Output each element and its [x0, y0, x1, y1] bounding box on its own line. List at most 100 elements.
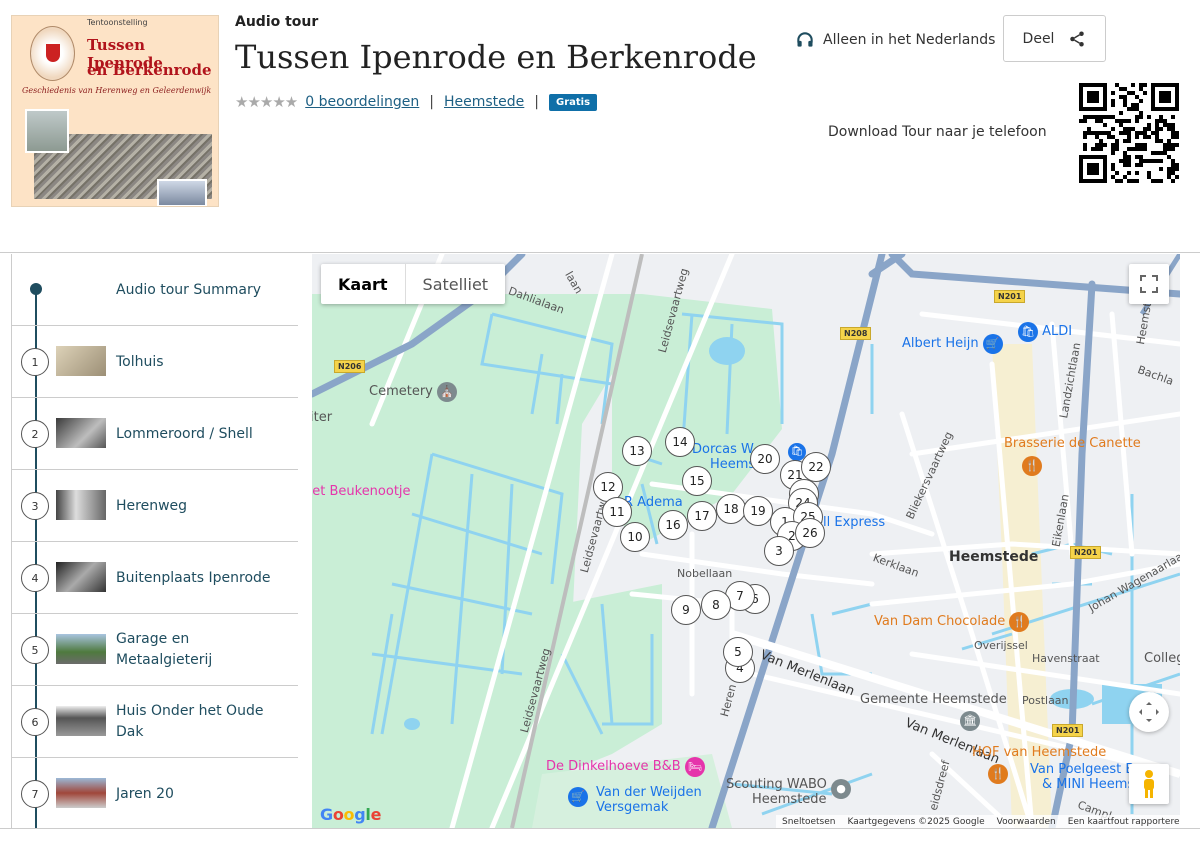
sidebar-item-label: Audio tour Summary — [116, 281, 262, 298]
tour-marker-18[interactable]: 18 — [716, 494, 746, 524]
terms-link[interactable]: Voorwaarden — [997, 817, 1056, 827]
poi-beukenootje[interactable]: het Beukenootje — [312, 484, 411, 499]
poi-label: Brasserie de Canette — [1004, 436, 1141, 451]
road-label: Overijssel — [974, 639, 1028, 652]
qr-code[interactable] — [1079, 83, 1179, 183]
tour-marker-13[interactable]: 13 — [622, 436, 652, 466]
shopping-cart-icon: 🛒 — [982, 334, 1003, 354]
poi-cemetery[interactable]: Cemetery ⛪ — [369, 382, 458, 402]
poi-label: Colleg — [1144, 651, 1180, 666]
google-logo[interactable]: Google — [320, 805, 381, 824]
tour-marker-3[interactable]: 3 — [764, 536, 794, 566]
sidebar-item-stop-6[interactable]: 6 Huis Onder het Oude Dak — [12, 686, 298, 758]
language-info: Alleen in het Nederlands — [795, 30, 995, 50]
cover-photo-house — [25, 109, 69, 153]
poi-albert-heijn[interactable]: Albert Heijn 🛒 — [902, 334, 1003, 354]
poi-r-adema[interactable]: R Adema — [624, 495, 683, 510]
map-footer: Sneltoetsen Kaartgegevens ©2025 Google V… — [776, 815, 1180, 828]
cover-eyebrow: Tentoonstelling — [87, 18, 148, 27]
road-label: Postlaan — [1022, 694, 1069, 707]
poi-place-icon[interactable]: ● — [831, 779, 851, 799]
poi-van-der-weijden[interactable]: Van der Weijden Versgemak — [596, 785, 702, 815]
poi-scouting[interactable]: Scouting WABO Heemstede — [726, 777, 827, 807]
tour-marker-10[interactable]: 10 — [620, 522, 650, 552]
map-type-satellite[interactable]: Satelliet — [406, 264, 506, 304]
map-type-kaart[interactable]: Kaart — [321, 264, 406, 304]
poi-van-dam[interactable]: Van Dam Chocolade 🍴 — [874, 612, 1030, 632]
tour-marker-17[interactable]: 17 — [687, 501, 717, 531]
divider — [0, 828, 1200, 829]
tour-marker-19[interactable]: 19 — [743, 496, 773, 526]
poi-label: Gemeente Heemstede — [860, 692, 1007, 707]
sidebar-item-stop-5[interactable]: 5 Garage en Metaalgieterij — [12, 614, 298, 686]
sidebar-item-stop-3[interactable]: 3 Herenweg — [12, 470, 298, 542]
road-badge-n206: N206 — [334, 360, 366, 373]
tour-marker-15[interactable]: 15 — [682, 466, 712, 496]
poi-van-poelgeest[interactable]: Van Poelgeest B — [1030, 762, 1134, 777]
sidebar-item-label: Buitenplaats Ipenrode — [116, 569, 271, 586]
page-title: Tussen Ipenrode en Berkenrode — [235, 38, 757, 76]
poi-dinkelhoeve[interactable]: De Dinkelhoeve B&B 🛏 — [546, 757, 705, 777]
poi-restaurant-icon[interactable]: 🍴 — [1022, 456, 1042, 476]
poi-label: Scouting WABO — [726, 777, 827, 792]
stop-thumbnail — [56, 634, 106, 664]
poi-restaurant-icon[interactable]: 🍴 — [988, 764, 1008, 784]
tour-marker-26[interactable]: 26 — [795, 518, 825, 548]
sidebar-item-stop-2[interactable]: 2 Lommeroord / Shell — [12, 398, 298, 470]
fullscreen-button[interactable] — [1129, 264, 1169, 304]
camera-move-icon — [1139, 702, 1159, 722]
tour-meta: ★★★★★ 0 beoordelingen | Heemstede | Grat… — [235, 93, 598, 111]
report-error-link[interactable]: Een kaartfout rapporteren — [1068, 817, 1180, 827]
restaurant-icon: 🍴 — [1022, 456, 1042, 476]
poi-label: Versgemak — [596, 800, 669, 815]
place-icon: ● — [831, 779, 851, 799]
rating-stars[interactable]: ★★★★★ — [235, 93, 298, 111]
tour-marker-5[interactable]: 5 — [723, 637, 753, 667]
share-button[interactable]: Deel — [1003, 15, 1106, 62]
poi-townhall-icon[interactable]: 🏛 — [960, 711, 980, 731]
sidebar-scrollbar[interactable]: ▲ ▼ — [309, 254, 311, 828]
cemetery-icon: ⛪ — [437, 382, 458, 402]
poi-dorcas[interactable]: Dorcas W — [692, 442, 754, 457]
tour-marker-16[interactable]: 16 — [658, 510, 688, 540]
poi-mini-heems[interactable]: & MINI Heems — [1042, 777, 1134, 792]
poi-label: Heems — [710, 457, 756, 472]
sidebar-item-stop-1[interactable]: 1 Tolhuis — [12, 326, 298, 398]
tour-marker-20[interactable]: 20 — [750, 444, 780, 474]
stop-thumbnail — [56, 346, 106, 376]
sidebar-item-stop-7[interactable]: 7 Jaren 20 — [12, 758, 298, 828]
stop-thumbnail — [56, 490, 106, 520]
tour-marker-8[interactable]: 8 — [701, 590, 731, 620]
poi-ell-express[interactable]: ell Express — [815, 515, 885, 530]
camera-control-button[interactable] — [1129, 692, 1169, 732]
restaurant-icon: 🍴 — [988, 764, 1008, 784]
street-view-button[interactable] — [1129, 764, 1169, 804]
poi-label: Van Poelgeest B — [1030, 762, 1135, 777]
keyboard-shortcuts-link[interactable]: Sneltoetsen — [782, 817, 836, 827]
location-link[interactable]: Heemstede — [444, 94, 524, 110]
tour-header: Tentoonstelling Tussen Ipenrode en Berke… — [0, 0, 1200, 230]
poi-college[interactable]: Colleg — [1144, 651, 1180, 666]
sidebar-item-label: Lommeroord / Shell — [116, 425, 253, 442]
sidebar-item-stop-4[interactable]: 4 Buitenplaats Ipenrode — [12, 542, 298, 614]
stop-thumbnail — [56, 706, 106, 736]
tour-marker-9[interactable]: 9 — [671, 595, 701, 625]
poi-partial: iter — [312, 410, 332, 425]
map-type-control: Kaart Satelliet — [321, 264, 506, 304]
ratings-link[interactable]: 0 beoordelingen — [305, 94, 419, 110]
meta-separator: | — [534, 94, 540, 110]
pegman-icon — [1144, 770, 1154, 798]
poi-hof[interactable]: HOF van Heemstede — [972, 745, 1106, 760]
tour-marker-14[interactable]: 14 — [665, 427, 695, 457]
shopping-cart-icon: 🛒 — [568, 787, 588, 807]
poi-aldi[interactable]: 🛍 ALDI — [1018, 322, 1072, 342]
poi-label: Albert Heijn — [902, 336, 979, 351]
tour-map[interactable]: N206 N208 N201 N201 N201 Dahlialaan laan… — [312, 254, 1180, 828]
poi-brasserie[interactable]: Brasserie de Canette — [1004, 436, 1141, 451]
poi-shop-icon[interactable]: 🛒 — [568, 787, 588, 807]
poi-heems[interactable]: Heems — [710, 457, 755, 472]
tour-marker-22[interactable]: 22 — [801, 452, 831, 482]
sidebar-item-summary[interactable]: Audio tour Summary — [12, 254, 298, 326]
poi-gemeente[interactable]: Gemeente Heemstede — [860, 692, 1007, 707]
road-badge-n201: N201 — [994, 290, 1026, 303]
